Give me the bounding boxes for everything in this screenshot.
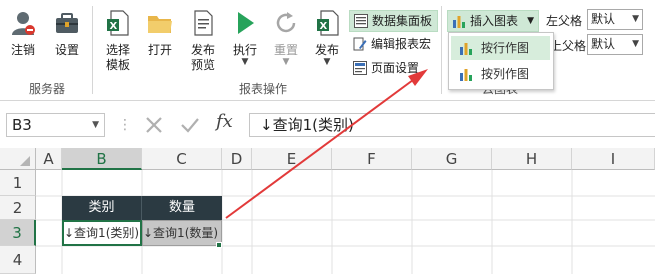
annotation-arrow bbox=[225, 69, 428, 219]
